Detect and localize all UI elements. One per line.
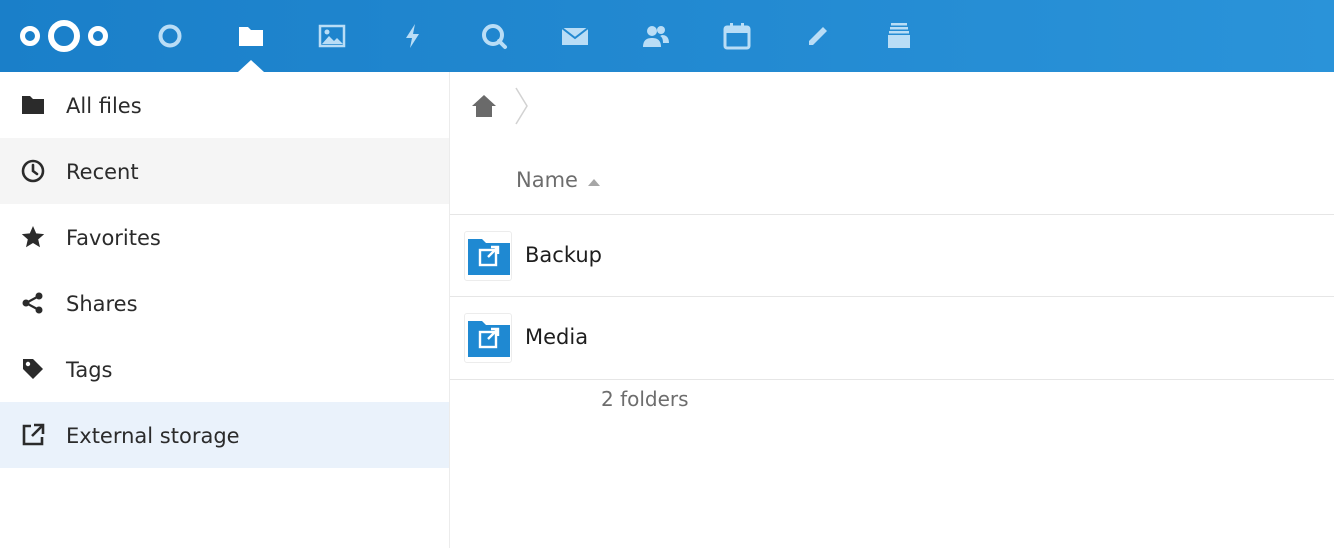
lightning-icon bbox=[406, 24, 419, 48]
external-link-icon bbox=[22, 423, 45, 446]
nextcloud-logo-icon[interactable] bbox=[16, 16, 112, 56]
envelope-icon bbox=[561, 27, 589, 45]
sidebar-item-external-storage[interactable]: External storage bbox=[0, 402, 449, 468]
external-folder-icon bbox=[464, 313, 512, 363]
star-icon bbox=[21, 226, 45, 248]
app-activity[interactable] bbox=[393, 16, 433, 56]
pencil-icon bbox=[809, 27, 827, 45]
table-divider bbox=[450, 379, 1334, 380]
tag-icon bbox=[23, 359, 43, 379]
sidebar-item-label: External storage bbox=[66, 424, 240, 448]
table-row[interactable]: Media bbox=[450, 296, 1334, 378]
sidebar-item-label: Favorites bbox=[66, 226, 161, 250]
folder-icon bbox=[239, 27, 263, 46]
sidebar-item-label: Shares bbox=[66, 292, 138, 316]
file-list-view: Name Backup Media 2 folders bbox=[450, 72, 1334, 548]
app-deck[interactable] bbox=[879, 16, 919, 56]
breadcrumb-separator-icon bbox=[515, 87, 528, 125]
circle-icon bbox=[158, 24, 182, 48]
file-name[interactable]: Media bbox=[525, 325, 588, 349]
share-icon bbox=[22, 292, 43, 314]
sidebar-item-all-files[interactable]: All files bbox=[0, 72, 449, 138]
sidebar-item-favorites[interactable]: Favorites bbox=[0, 204, 449, 270]
sidebar-item-shares[interactable]: Shares bbox=[0, 270, 449, 336]
sidebar-item-recent[interactable]: Recent bbox=[0, 138, 449, 204]
app-dashboard[interactable] bbox=[150, 16, 190, 56]
top-app-bar bbox=[0, 0, 1334, 72]
app-files[interactable] bbox=[231, 16, 271, 72]
table-row[interactable]: Backup bbox=[450, 214, 1334, 296]
app-notes[interactable] bbox=[798, 16, 838, 56]
clock-icon bbox=[21, 159, 45, 183]
folder-icon bbox=[22, 96, 44, 114]
files-navigation: All files Recent Favorites Shares Tags E… bbox=[0, 72, 450, 548]
users-icon bbox=[643, 26, 669, 47]
external-folder-icon bbox=[464, 231, 512, 281]
calendar-icon bbox=[723, 23, 751, 50]
home-icon[interactable] bbox=[470, 92, 498, 120]
stack-icon bbox=[888, 23, 910, 48]
sidebar-item-label: Tags bbox=[66, 358, 113, 382]
column-header-name[interactable]: Name bbox=[516, 168, 578, 192]
file-summary: 2 folders bbox=[601, 387, 689, 411]
sort-ascending-icon[interactable] bbox=[588, 178, 600, 186]
sidebar-item-tags[interactable]: Tags bbox=[0, 336, 449, 402]
image-icon bbox=[318, 24, 346, 48]
file-name[interactable]: Backup bbox=[525, 243, 602, 267]
app-calendar[interactable] bbox=[717, 16, 757, 56]
sidebar-item-label: All files bbox=[66, 94, 142, 118]
search-bubble-icon bbox=[482, 24, 507, 49]
app-photos[interactable] bbox=[312, 16, 352, 56]
app-contacts[interactable] bbox=[636, 16, 676, 56]
app-mail[interactable] bbox=[555, 16, 595, 56]
app-talk[interactable] bbox=[474, 16, 514, 56]
sidebar-item-label: Recent bbox=[66, 160, 139, 184]
